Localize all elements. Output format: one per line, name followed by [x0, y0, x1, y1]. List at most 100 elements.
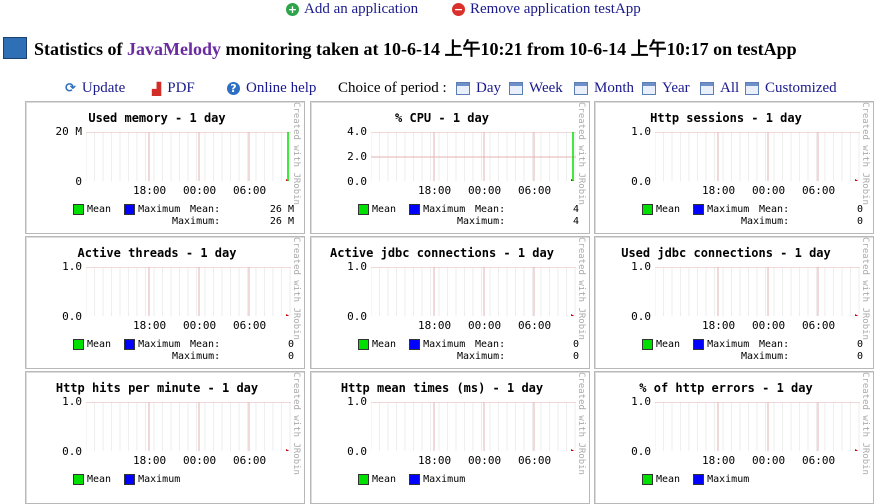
period-label: Choice of period : — [338, 80, 447, 96]
y-tick-label: 1.0 — [631, 395, 651, 408]
chart-legend: Mean Maximum — [642, 474, 749, 485]
y-tick-label: 0.0 — [347, 175, 367, 188]
y-tick-label: 1.0 — [62, 395, 82, 408]
period-week-label: Week — [529, 80, 563, 96]
legend-maximum-label: Maximum — [138, 474, 181, 485]
chart-title: Used memory - 1 day — [88, 111, 226, 125]
jrobin-watermark: Created with JRobin — [576, 237, 586, 340]
remove-application-link[interactable]: − Remove application testApp — [452, 1, 641, 18]
period-all[interactable]: All — [700, 80, 739, 97]
chart-panel[interactable]: Http sessions - 1 day Created with JRobin… — [594, 101, 874, 234]
chart-legend: Mean Maximum — [358, 339, 465, 350]
mean-swatch — [642, 339, 653, 350]
maximum-swatch — [124, 339, 136, 350]
maximum-stat-value: 4 — [572, 216, 579, 227]
maximum-swatch — [409, 474, 421, 485]
maximum-stat-label: Maximum: — [457, 216, 506, 227]
chart-panel[interactable]: Used jdbc connections - 1 day Created wit… — [594, 236, 874, 369]
chart-legend: Mean Maximum — [73, 204, 180, 215]
legend-maximum-label: Maximum — [707, 474, 750, 485]
x-tick-label: 06:00 — [518, 184, 552, 197]
legend-mean-label: Mean — [656, 474, 681, 485]
period-year[interactable]: Year — [642, 80, 690, 97]
maximum-stat-value: 0 — [856, 216, 863, 227]
maximum-stat-label: Maximum: — [172, 351, 221, 362]
y-tick-label: 0 — [75, 175, 82, 188]
y-tick-label: 0.0 — [347, 445, 367, 458]
legend-mean-label: Mean — [656, 339, 681, 350]
x-tick-label: 00:00 — [468, 454, 502, 467]
chart-legend: Mean Maximum — [73, 474, 180, 485]
refresh-icon: ⟳ — [65, 81, 76, 96]
y-tick-label: 0.0 — [631, 310, 651, 323]
page-title: Statistics of JavaMelody monitoring take… — [34, 35, 797, 61]
mean-stat-label: Mean: — [190, 339, 221, 350]
period-month[interactable]: Month — [574, 80, 634, 97]
maximum-swatch — [409, 339, 421, 350]
help-label: Online help — [246, 80, 317, 96]
maximum-stat-label: Maximum: — [457, 351, 506, 362]
y-tick-label: 0.0 — [347, 310, 367, 323]
calendar-icon — [509, 82, 523, 95]
chart-legend: Mean Maximum — [642, 339, 749, 350]
maximum-stat-label: Maximum: — [741, 216, 790, 227]
chart-legend: Mean Maximum — [642, 204, 749, 215]
chart-panel[interactable]: Http hits per minute - 1 day Created with… — [25, 371, 305, 504]
x-tick-label: 18:00 — [702, 454, 736, 467]
mean-stat-label: Mean: — [759, 204, 790, 215]
chart-panel[interactable]: % CPU - 1 day Created with JRobin 4.0 2.0 0.… — [310, 101, 590, 234]
mean-swatch — [358, 474, 369, 485]
chart-title: Http hits per minute - 1 day — [55, 381, 259, 395]
chart-panel[interactable]: Used memory - 1 day Created with JRobin 20… — [25, 101, 305, 234]
add-application-link[interactable]: + Add an application — [286, 1, 418, 18]
help-link[interactable]: ? Online help — [227, 80, 316, 97]
x-tick-label: 06:00 — [233, 184, 267, 197]
mean-swatch — [358, 204, 369, 215]
calendar-icon — [456, 82, 470, 95]
y-tick-label: 2.0 — [347, 150, 367, 163]
chart-panel[interactable]: Http mean times (ms) - 1 day Created with… — [310, 371, 590, 504]
chart-plot — [655, 402, 860, 451]
title-brand[interactable]: JavaMelody — [127, 39, 221, 59]
jrobin-watermark: Created with JRobin — [576, 372, 586, 475]
period-customized[interactable]: Customized — [745, 80, 837, 97]
period-day-label: Day — [476, 80, 501, 96]
x-tick-label: 06:00 — [233, 319, 267, 332]
update-label: Update — [81, 80, 126, 96]
chart-panel[interactable]: Active jdbc connections - 1 day Created w… — [310, 236, 590, 369]
page-title-row: Statistics of JavaMelody monitoring take… — [3, 35, 797, 61]
chart-panel[interactable]: % of http errors - 1 day Created with JRo… — [594, 371, 874, 504]
x-tick-label: 18:00 — [418, 454, 452, 467]
pdf-icon: ▟ — [152, 81, 162, 96]
calendar-icon — [745, 82, 759, 95]
y-tick-label: 0.0 — [62, 445, 82, 458]
maximum-swatch — [693, 339, 705, 350]
add-application-label: Add an application — [304, 1, 419, 17]
period-month-label: Month — [594, 80, 635, 96]
chart-panel[interactable]: Active threads - 1 day Created with JRobi… — [25, 236, 305, 369]
toolbar: ⟳ Update ▟ PDF ? Online help Choice of p… — [0, 80, 887, 100]
period-week[interactable]: Week — [509, 80, 563, 97]
calendar-icon — [700, 82, 714, 95]
chart-plot — [371, 402, 576, 451]
maximum-stat-value: 26 M — [269, 216, 294, 227]
y-tick-label: 0.0 — [631, 175, 651, 188]
legend-mean-label: Mean — [87, 204, 112, 215]
y-tick-label: 0.0 — [62, 310, 82, 323]
maximum-swatch — [124, 474, 136, 485]
maximum-swatch — [693, 204, 705, 215]
pdf-link[interactable]: ▟ PDF — [152, 80, 195, 97]
mean-stat-label: Mean: — [759, 339, 790, 350]
period-all-label: All — [720, 80, 740, 96]
mean-stat-label: Mean: — [190, 204, 221, 215]
chart-plot — [86, 267, 291, 316]
x-tick-label: 06:00 — [802, 454, 836, 467]
jrobin-watermark: Created with JRobin — [576, 102, 586, 205]
mean-stat-label: Mean: — [475, 339, 506, 350]
period-day[interactable]: Day — [456, 80, 501, 97]
x-tick-label: 06:00 — [518, 319, 552, 332]
x-tick-label: 00:00 — [752, 319, 786, 332]
update-link[interactable]: ⟳ Update — [65, 80, 125, 97]
legend-maximum-label: Maximum — [138, 339, 181, 350]
title-prefix: Statistics of — [34, 39, 127, 59]
